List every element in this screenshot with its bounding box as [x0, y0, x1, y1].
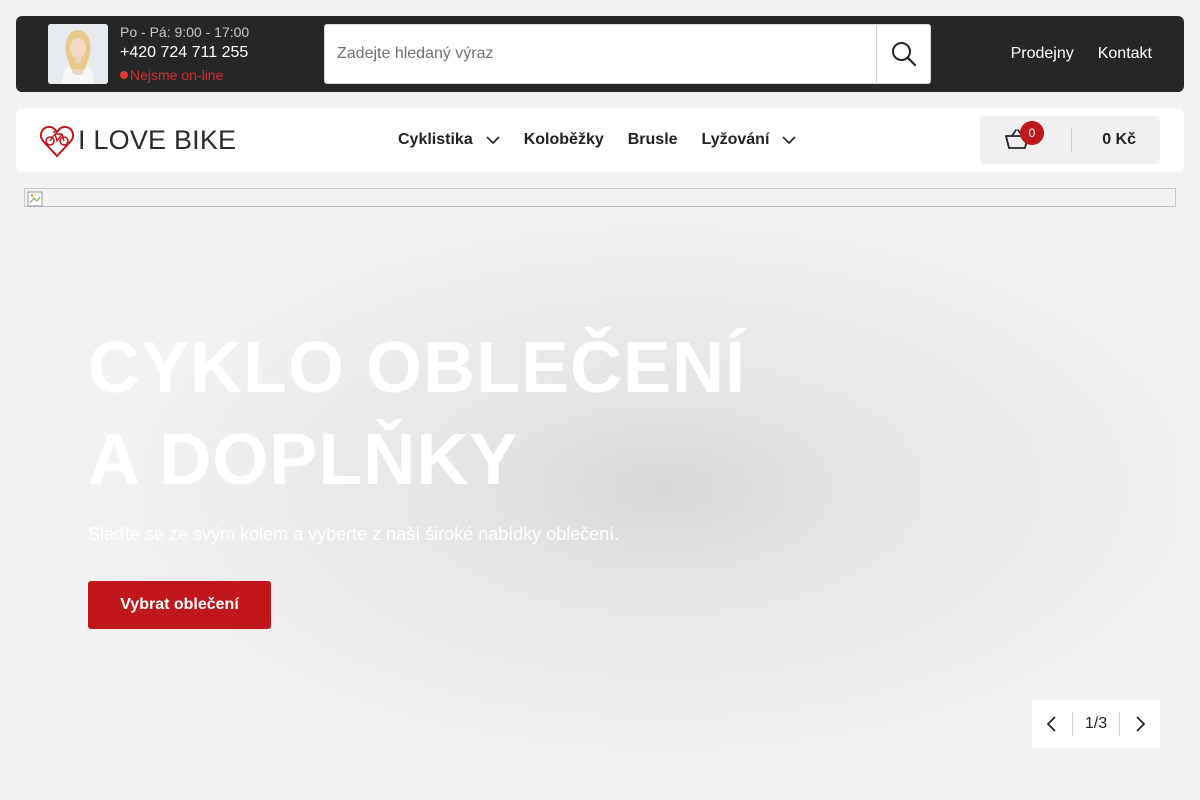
broken-image-icon — [27, 191, 43, 207]
hero-title: CYKLO OBLEČENÍ A DOPLŇKY — [88, 322, 746, 506]
nav-item-kolobezky[interactable]: Koloběžky — [524, 131, 604, 149]
online-status: Nejsme on-line — [120, 67, 249, 83]
heart-bike-logo-icon — [40, 125, 74, 158]
slide-counter: 1/3 — [1084, 715, 1108, 732]
cart-button[interactable]: 0 0 Kč — [980, 116, 1160, 164]
top-links: Prodejny Kontakt — [1011, 16, 1152, 92]
slider-prev-button[interactable] — [1032, 700, 1072, 748]
search-button[interactable] — [876, 25, 930, 83]
support-avatar — [48, 24, 108, 84]
link-prodejny[interactable]: Prodejny — [1011, 45, 1074, 63]
cart-count-badge: 0 — [1020, 121, 1044, 145]
search-bar — [324, 24, 931, 84]
nav-item-cyklistika[interactable]: Cyklistika — [398, 131, 500, 149]
chevron-down-icon — [486, 136, 500, 144]
nav-item-label: Lyžování — [701, 131, 770, 148]
main-nav: Cyklistika Koloběžky Brusle Lyžování — [398, 108, 820, 172]
link-kontakt[interactable]: Kontakt — [1098, 45, 1152, 63]
cart-total: 0 Kč — [1102, 131, 1136, 148]
nav-item-label: Koloběžky — [523, 131, 604, 148]
hero-cta-button[interactable]: Vybrat oblečení — [88, 581, 271, 629]
support-person-image — [48, 24, 108, 84]
chevron-down-icon — [782, 136, 796, 144]
chevron-left-icon — [1047, 716, 1056, 732]
nav-item-lyzovani[interactable]: Lyžování — [702, 131, 797, 149]
logo-text: I LOVE BIKE — [78, 125, 237, 155]
nav-item-label: Cyklistika — [398, 131, 473, 148]
slider-pager: 1/3 — [1032, 700, 1160, 748]
status-dot-icon — [120, 71, 128, 79]
logo[interactable]: I LOVE BIKE — [40, 122, 236, 158]
nav-item-brusle[interactable]: Brusle — [628, 131, 678, 149]
main-header: I LOVE BIKE Cyklistika Koloběžky Brusle … — [16, 108, 1184, 172]
chevron-right-icon — [1136, 716, 1145, 732]
opening-hours: Po - Pá: 9:00 - 17:00 — [120, 24, 250, 40]
contact-info: Po - Pá: 9:00 - 17:00 +420 724 711 255 N… — [120, 24, 249, 83]
hero-title-line-2: A DOPLŇKY — [88, 420, 519, 500]
hero-title-line-1: CYKLO OBLEČENÍ — [88, 328, 747, 408]
slider-next-button[interactable] — [1120, 700, 1160, 748]
hero-subtitle: Slaďte se ze svým kolem a vyberte z naší… — [88, 524, 620, 544]
cart-divider — [1071, 128, 1072, 152]
nav-item-label: Brusle — [627, 131, 678, 148]
phone-number[interactable]: +420 724 711 255 — [120, 43, 249, 63]
status-label: Nejsme on-line — [130, 67, 224, 83]
top-bar: Po - Pá: 9:00 - 17:00 +420 724 711 255 N… — [16, 16, 1184, 92]
search-icon — [891, 42, 916, 67]
search-input[interactable] — [325, 25, 877, 83]
hero-banner: CYKLO OBLEČENÍ A DOPLŇKY Slaďte se ze sv… — [24, 188, 1176, 788]
hero-image-placeholder — [24, 188, 1176, 207]
